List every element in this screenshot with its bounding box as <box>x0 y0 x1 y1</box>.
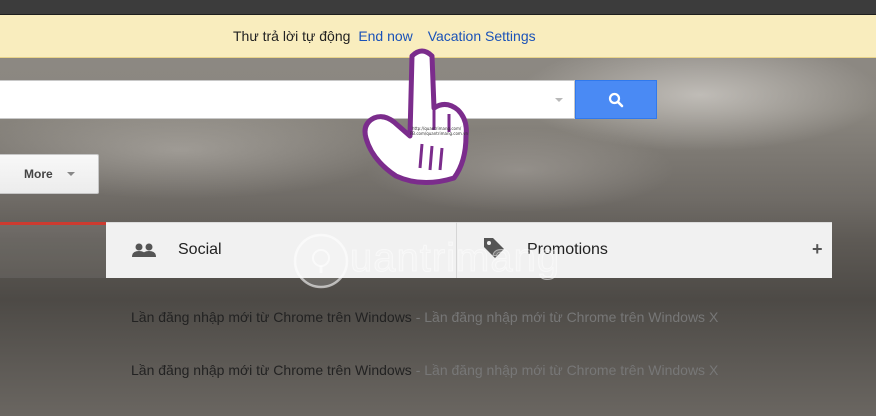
top-bar <box>0 0 876 15</box>
watermark-text: uantrimang <box>349 236 561 281</box>
hand-text-line2: FB.com/quantrimang.com.vn <box>410 131 469 136</box>
end-now-link[interactable]: End now <box>358 28 412 44</box>
pointing-hand-icon <box>362 48 469 185</box>
search-icon <box>608 92 624 107</box>
email-row[interactable]: Lần đăng nhập mới từ Chrome trên Windows… <box>0 350 876 390</box>
people-icon <box>132 243 156 257</box>
lightbulb-logo <box>293 233 349 289</box>
search-button[interactable] <box>575 80 657 119</box>
pointing-hand-overlay: http://quantrimang.com/ FB.com/quantrima… <box>350 44 490 194</box>
email-snippet: - Lần đăng nhập mới từ Chrome trên Windo… <box>411 362 719 378</box>
watermark: uantrimang <box>292 232 602 292</box>
email-subject: Lần đăng nhập mới từ Chrome trên Windows <box>131 309 412 325</box>
email-snippet: - Lần đăng nhập mới từ Chrome trên Windo… <box>411 309 719 325</box>
notice-message: Thư trả lời tự động <box>233 28 351 44</box>
tab-primary[interactable] <box>0 222 106 278</box>
email-subject: Lần đăng nhập mới từ Chrome trên Windows <box>131 362 412 378</box>
more-button[interactable]: More <box>0 154 99 194</box>
vacation-settings-link[interactable]: Vacation Settings <box>428 28 536 44</box>
tab-social[interactable]: Social <box>178 241 222 259</box>
search-options-caret[interactable] <box>555 98 563 102</box>
chevron-down-icon <box>67 172 75 176</box>
email-row[interactable]: Lần đăng nhập mới từ Chrome trên Windows… <box>0 297 876 337</box>
more-label: More <box>24 167 53 181</box>
plus-icon[interactable]: + <box>812 239 823 260</box>
